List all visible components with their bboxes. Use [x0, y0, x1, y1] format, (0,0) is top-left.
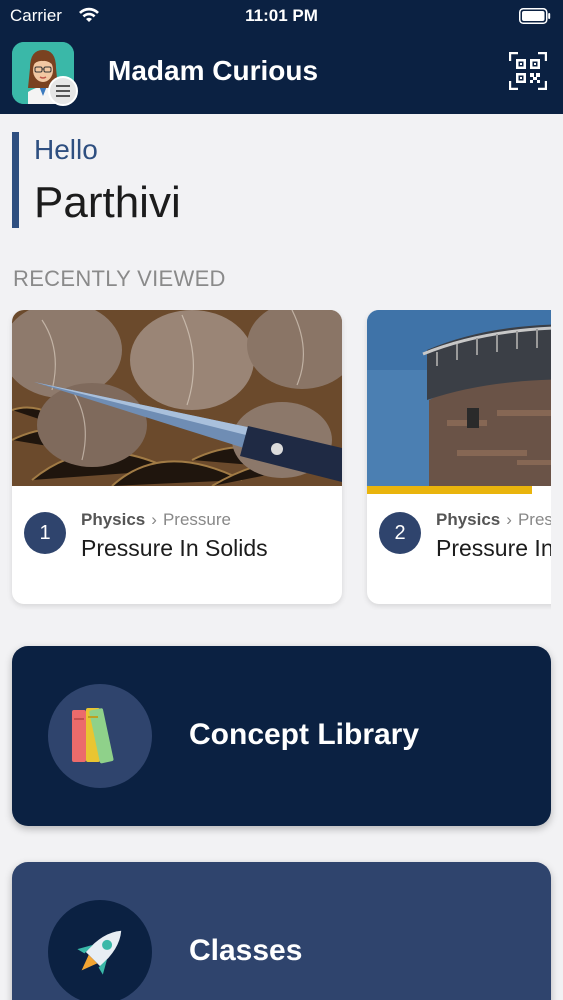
menu-icon[interactable] [48, 76, 78, 106]
concept-library-tile[interactable]: Concept Library [12, 646, 551, 826]
card-topic: Pressure [162, 510, 231, 529]
chevron-right-icon: › [151, 510, 157, 529]
recently-viewed-carousel[interactable]: 1 Physics › Pressure Pressure In Solids 2 … [0, 310, 551, 610]
qr-code-icon[interactable] [509, 52, 547, 90]
card-index-badge: 2 [379, 512, 421, 554]
greeting-hello: Hello [34, 134, 98, 165]
classes-tile[interactable]: Classes [12, 862, 551, 1000]
rocket-icon [48, 900, 152, 1000]
card-index-badge: 1 [24, 512, 66, 554]
recently-viewed-heading: RECENTLY VIEWED [13, 266, 226, 291]
app-title: Madam Curious [108, 55, 319, 86]
classes-label: Classes [189, 934, 303, 967]
card-breadcrumb: Physics › Pressure [436, 510, 551, 530]
recent-card[interactable]: 2 Physics › Pressure Pressure In Liquids [367, 310, 551, 604]
card-title: Pressure In Liquids [436, 535, 551, 561]
status-bar: Carrier 11:01 PM [0, 0, 563, 32]
top-bar: Carrier 11:01 PM Madam Curious [0, 0, 563, 114]
card-topic: Pressure [517, 510, 551, 529]
card-subject: Physics [81, 510, 146, 529]
user-name: Parthivi [34, 178, 181, 227]
chevron-right-icon: › [506, 510, 512, 529]
clock: 11:01 PM [245, 6, 318, 25]
books-icon [48, 684, 152, 788]
card-title: Pressure In Solids [81, 535, 268, 561]
recent-card[interactable]: 1 Physics › Pressure Pressure In Solids [12, 310, 342, 604]
battery-icon [519, 8, 551, 24]
card-subject: Physics [436, 510, 501, 529]
greeting-accent-bar [12, 132, 19, 228]
card-progress-bar [367, 486, 532, 494]
card-breadcrumb: Physics › Pressure [81, 510, 231, 530]
concept-library-label: Concept Library [189, 718, 420, 751]
card-thumbnail-knife-onions [12, 310, 342, 486]
card-thumbnail-water-tower [367, 310, 551, 486]
